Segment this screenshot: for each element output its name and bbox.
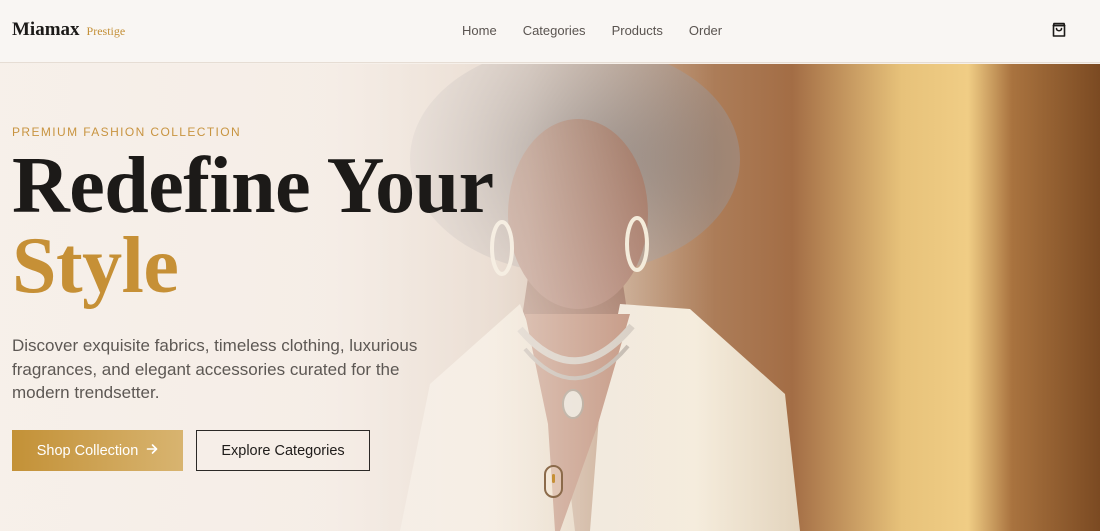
mouse-scroll-icon[interactable] [544, 465, 563, 498]
hero-title-accent: Style [12, 222, 179, 310]
hero-description: Discover exquisite fabrics, timeless clo… [12, 336, 418, 402]
shop-collection-label: Shop Collection [36, 442, 139, 459]
explore-categories-label: Explore Categories [221, 442, 345, 459]
site-header: Miamax Prestige Home Categories Products… [0, 0, 1100, 63]
nav-item-categories[interactable]: Categories [523, 23, 586, 38]
shop-collection-button[interactable]: Shop Collection [12, 430, 183, 471]
hero-section: PREMIUM FASHION COLLECTION Redefine Your… [0, 64, 1100, 531]
explore-categories-button[interactable]: Explore Categories [196, 430, 370, 471]
brand-name: Miamax [12, 19, 80, 40]
main-nav: Home Categories Products Order [462, 23, 722, 38]
nav-item-products[interactable]: Products [612, 23, 663, 38]
brand-logo[interactable]: Miamax Prestige [12, 19, 125, 41]
nav-item-home[interactable]: Home [462, 23, 497, 38]
nav-item-order[interactable]: Order [689, 23, 722, 38]
brand-tagline: Prestige [86, 24, 126, 38]
shopping-bag-icon[interactable] [1050, 21, 1068, 39]
hero-title-line1: Redefine Your [12, 142, 494, 230]
arrow-right-icon [146, 443, 158, 459]
hero-title: Redefine Your Style [12, 146, 494, 306]
hero-eyebrow: PREMIUM FASHION COLLECTION [12, 125, 242, 139]
